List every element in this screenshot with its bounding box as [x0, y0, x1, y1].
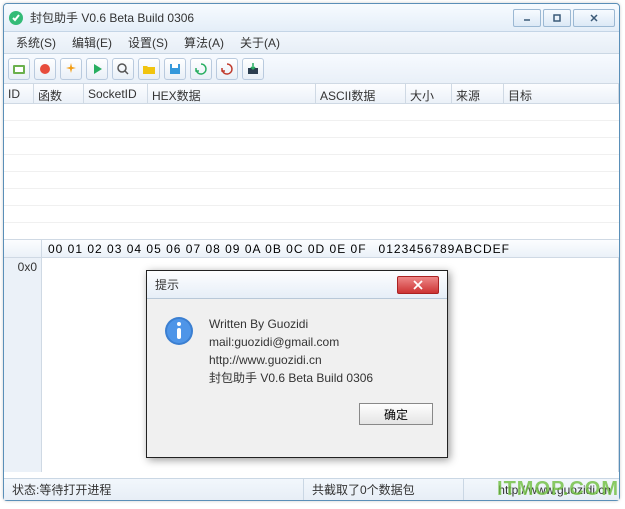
- dialog-line4: 封包助手 V0.6 Beta Build 0306: [209, 369, 373, 387]
- dialog-close-button[interactable]: [397, 276, 439, 294]
- info-icon: [163, 315, 195, 347]
- app-icon: [8, 10, 24, 26]
- hex-header: 00 01 02 03 04 05 06 07 08 09 0A 0B 0C 0…: [4, 240, 619, 258]
- spark-button[interactable]: [60, 58, 82, 80]
- menu-about[interactable]: 关于(A): [234, 32, 286, 53]
- grid-row: [4, 189, 619, 206]
- grid-row: [4, 138, 619, 155]
- window-buttons: [513, 9, 615, 27]
- col-hexdata[interactable]: HEX数据: [148, 84, 316, 103]
- minimize-button[interactable]: [513, 9, 541, 27]
- toolbar: [4, 54, 619, 84]
- record-button[interactable]: [34, 58, 56, 80]
- open-process-button[interactable]: [8, 58, 30, 80]
- grid-row: [4, 206, 619, 223]
- window-title: 封包助手 V0.6 Beta Build 0306: [30, 9, 513, 26]
- menu-settings[interactable]: 设置(S): [122, 32, 174, 53]
- recycle-red-button[interactable]: [216, 58, 238, 80]
- col-target[interactable]: 目标: [504, 84, 619, 103]
- grid-row: [4, 155, 619, 172]
- dialog-titlebar[interactable]: 提示: [147, 271, 447, 299]
- packet-grid[interactable]: ID 函数 SocketID HEX数据 ASCII数据 大小 来源 目标: [4, 84, 619, 240]
- menubar: 系统(S) 编辑(E) 设置(S) 算法(A) 关于(A): [4, 32, 619, 54]
- grid-row: [4, 104, 619, 121]
- grid-header: ID 函数 SocketID HEX数据 ASCII数据 大小 来源 目标: [4, 84, 619, 104]
- maximize-button[interactable]: [543, 9, 571, 27]
- export-button[interactable]: [242, 58, 264, 80]
- grid-body[interactable]: [4, 104, 619, 240]
- open-folder-button[interactable]: [138, 58, 160, 80]
- ok-button[interactable]: 确定: [359, 403, 433, 425]
- about-dialog: 提示 Written By Guozidi mail:guozidi@gmail…: [146, 270, 448, 458]
- play-button[interactable]: [86, 58, 108, 80]
- grid-row: [4, 172, 619, 189]
- watermark: ITMOP.COM: [497, 478, 619, 501]
- hex-ascii-columns: 0123456789ABCDEF: [373, 240, 516, 257]
- dialog-title: 提示: [155, 276, 397, 293]
- hex-byte-columns: 00 01 02 03 04 05 06 07 08 09 0A 0B 0C 0…: [42, 240, 373, 257]
- col-socketid[interactable]: SocketID: [84, 84, 148, 103]
- dialog-text: Written By Guozidi mail:guozidi@gmail.co…: [209, 315, 373, 387]
- dialog-line1: Written By Guozidi: [209, 315, 373, 333]
- close-button[interactable]: [573, 9, 615, 27]
- col-func[interactable]: 函数: [34, 84, 84, 103]
- save-button[interactable]: [164, 58, 186, 80]
- dialog-body: Written By Guozidi mail:guozidi@gmail.co…: [147, 299, 447, 395]
- col-asciidata[interactable]: ASCII数据: [316, 84, 406, 103]
- status-center: 共截取了0个数据包: [304, 479, 464, 500]
- grid-row: [4, 223, 619, 240]
- status-left: 状态:等待打开进程: [4, 479, 304, 500]
- col-id[interactable]: ID: [4, 84, 34, 103]
- menu-system[interactable]: 系统(S): [10, 32, 62, 53]
- titlebar[interactable]: 封包助手 V0.6 Beta Build 0306: [4, 4, 619, 32]
- dialog-footer: 确定: [147, 395, 447, 433]
- recycle-green-button[interactable]: [190, 58, 212, 80]
- menu-algorithm[interactable]: 算法(A): [178, 32, 230, 53]
- hex-address: 0x0: [4, 258, 42, 472]
- menu-edit[interactable]: 编辑(E): [66, 32, 118, 53]
- hex-gutter-header: [4, 240, 42, 257]
- dialog-line2: mail:guozidi@gmail.com: [209, 333, 373, 351]
- col-size[interactable]: 大小: [406, 84, 452, 103]
- dialog-line3: http://www.guozidi.cn: [209, 351, 373, 369]
- search-button[interactable]: [112, 58, 134, 80]
- col-source[interactable]: 来源: [452, 84, 504, 103]
- grid-row: [4, 121, 619, 138]
